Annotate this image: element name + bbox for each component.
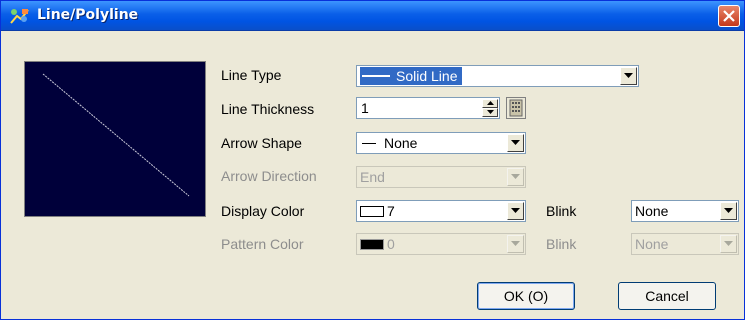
close-icon <box>723 10 735 22</box>
arrow-down-icon <box>487 110 494 114</box>
line-tool-icon <box>9 7 31 25</box>
white-color-swatch-icon <box>360 205 384 217</box>
line-type-value: Solid Line <box>360 67 462 85</box>
arrow-direction-select[interactable]: End <box>356 166 526 188</box>
line-type-label: Line Type <box>221 67 282 83</box>
chevron-down-icon <box>511 241 520 246</box>
display-color-value: 7 <box>360 202 395 220</box>
arrow-direction-label: Arrow Direction <box>221 168 317 184</box>
pattern-blink-label: Blink <box>546 236 577 252</box>
preview-line <box>42 73 190 197</box>
pattern-color-dropdown-button[interactable] <box>507 235 524 253</box>
arrow-shape-value: None <box>360 134 417 152</box>
cancel-button[interactable]: Cancel <box>618 282 716 310</box>
spin-down-button[interactable] <box>482 108 498 117</box>
chevron-down-icon <box>511 174 520 179</box>
pattern-color-value: 0 <box>360 235 395 253</box>
spin-up-button[interactable] <box>482 99 498 108</box>
pattern-color-label: Pattern Color <box>221 236 304 252</box>
line-type-dropdown-button[interactable] <box>620 67 637 85</box>
chevron-down-icon <box>724 208 733 213</box>
line-thickness-label: Line Thickness <box>221 101 315 117</box>
close-button[interactable] <box>718 5 740 27</box>
chevron-down-icon <box>511 140 520 145</box>
arrow-shape-label: Arrow Shape <box>221 135 302 151</box>
window-title: Line/Polyline <box>37 7 139 23</box>
ok-button[interactable]: OK (O) <box>477 282 575 310</box>
display-color-select[interactable]: 7 <box>356 200 526 222</box>
display-blink-label: Blink <box>546 203 577 219</box>
arrow-up-icon <box>487 101 494 105</box>
chevron-down-icon <box>724 241 733 246</box>
keypad-icon <box>509 99 523 117</box>
pattern-blink-dropdown-button[interactable] <box>720 235 737 253</box>
pattern-color-select[interactable]: 0 <box>356 233 526 255</box>
line-preview <box>24 61 206 217</box>
line-polyline-dialog: Line/Polyline Line Type Solid Line Line … <box>0 0 745 320</box>
plain-line-swatch-icon <box>362 142 376 144</box>
solid-line-swatch-icon <box>362 75 390 77</box>
arrow-direction-value: End <box>360 169 385 185</box>
arrow-shape-dropdown-button[interactable] <box>507 134 524 152</box>
chevron-down-icon <box>624 73 633 78</box>
display-color-label: Display Color <box>221 203 305 219</box>
pattern-blink-select[interactable]: None <box>631 233 739 255</box>
arrow-shape-select[interactable]: None <box>356 132 526 154</box>
keypad-button[interactable] <box>506 97 526 119</box>
title-bar[interactable]: Line/Polyline <box>1 1 744 31</box>
line-thickness-value: 1 <box>361 100 369 116</box>
display-blink-dropdown-button[interactable] <box>720 202 737 220</box>
arrow-direction-dropdown-button[interactable] <box>507 168 524 186</box>
pattern-blink-value: None <box>635 236 669 252</box>
black-color-swatch-icon <box>360 238 384 250</box>
chevron-down-icon <box>511 208 520 213</box>
display-blink-value: None <box>635 203 669 219</box>
line-thickness-input[interactable]: 1 <box>356 97 500 119</box>
line-type-select[interactable]: Solid Line <box>356 65 639 87</box>
display-blink-select[interactable]: None <box>631 200 739 222</box>
display-color-dropdown-button[interactable] <box>507 202 524 220</box>
